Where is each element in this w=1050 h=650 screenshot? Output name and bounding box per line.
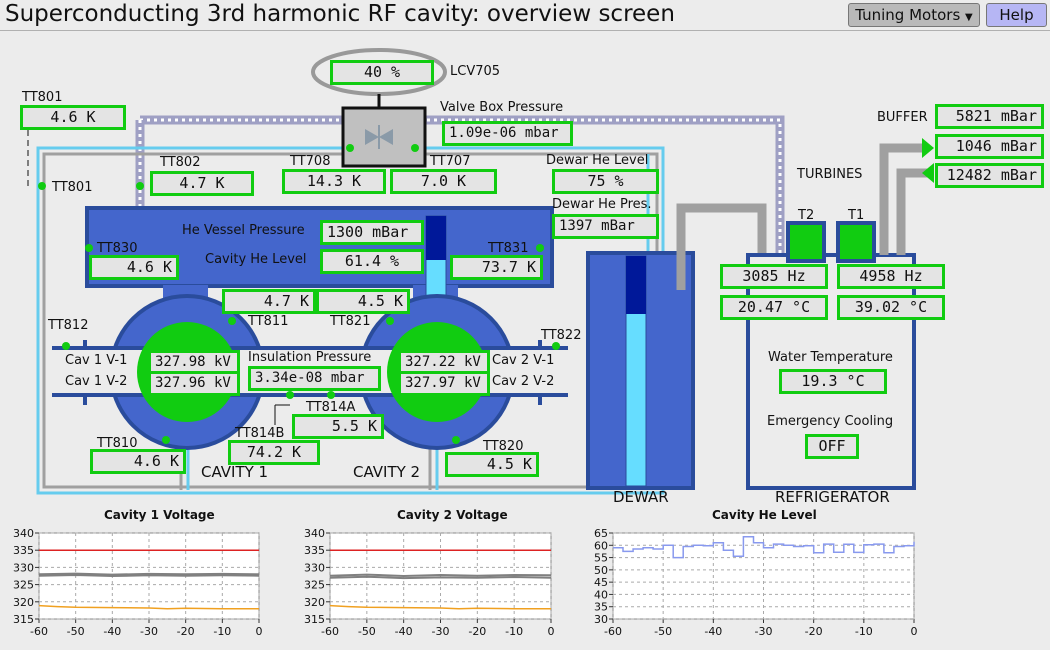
chart1-tick-label-x: -20 [177,625,195,638]
chart3-tick-label-x: -20 [805,625,823,638]
chart1-tick-label-x: -50 [67,625,85,638]
chart2-tick-label-x: -40 [395,625,413,638]
chart1-tick-label-x: 0 [256,625,263,638]
chart2-tick-label-y: 340 [304,527,325,540]
chart1-tick-label-x: -60 [30,625,48,638]
chart1-tick-label-y: 340 [13,527,34,540]
chart2-tick-label-y: 320 [304,596,325,609]
chart3-tick-label-x: -30 [755,625,773,638]
chart1-tick-label-y: 315 [13,613,34,626]
chart3-tick-label-y: 50 [594,564,608,577]
chart3-tick-label-y: 30 [594,613,608,626]
chart3-tick-label-y: 40 [594,588,608,601]
chart2-tick-label-y: 330 [304,561,325,574]
chart1-tick-label-y: 320 [13,596,34,609]
chart3-tick-label-y: 45 [594,576,608,589]
chart1-series-3 [38,573,260,578]
chart2-tick-label-y: 335 [304,544,325,557]
chart2-tick-label-x: -50 [358,625,376,638]
chart2-tick-label-x: 0 [548,625,555,638]
chart3-tick-label-y: 35 [594,601,608,614]
chart3-tick-label-y: 65 [594,527,608,540]
chart3-tick-label-x: -10 [855,625,873,638]
chart3-tick-label-y: 60 [594,539,608,552]
chart1-tick-label-x: -30 [140,625,158,638]
chart3-tick-label-y: 55 [594,552,608,565]
chart2-tick-label-x: -60 [321,625,339,638]
trend-charts: -60 -50 -40 -30 -20 -10 0340335330325320315-60… [13,527,918,638]
chart2-tick-label-x: -30 [432,625,450,638]
chart2-tick-label-x: -10 [505,625,523,638]
chart1-tick-label-x: -10 [213,625,231,638]
chart2-tick-label-x: -20 [468,625,486,638]
chart3-tick-label-x: -40 [704,625,722,638]
chart1-tick-label-x: -40 [103,625,121,638]
chart1-tick-label-y: 330 [13,561,34,574]
chart2-tick-label-y: 315 [304,613,325,626]
chart1-tick-label-y: 335 [13,544,34,557]
chart3-tick-label-x: -60 [604,625,622,638]
chart2-tick-label-y: 325 [304,579,325,592]
chart1-tick-label-y: 325 [13,579,34,592]
chart3-tick-label-x: -50 [654,625,672,638]
chart3-tick-label-x: 0 [911,625,918,638]
